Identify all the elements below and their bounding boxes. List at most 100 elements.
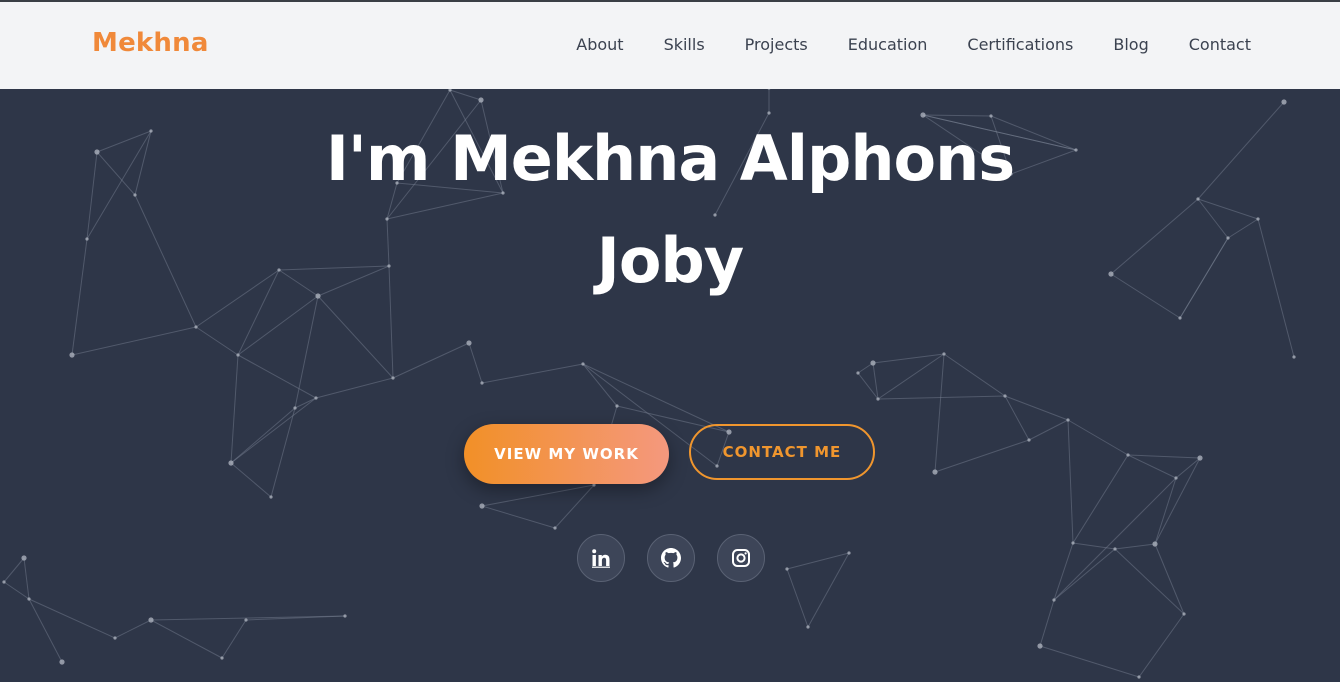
github-button[interactable] [647, 534, 695, 582]
network-dot [228, 460, 234, 466]
network-dot [1027, 438, 1031, 442]
network-dot [1178, 316, 1182, 320]
network-line [481, 505, 556, 529]
network-line [1067, 419, 1074, 544]
network-dot [69, 352, 75, 358]
linkedin-button[interactable] [577, 534, 625, 582]
network-dot [1137, 675, 1141, 679]
contact-me-button[interactable]: CONTACT ME [689, 424, 875, 480]
network-line [23, 557, 30, 600]
network-line [1053, 548, 1116, 601]
network-dot [27, 597, 31, 601]
network-line [1039, 645, 1140, 678]
network-line [270, 407, 296, 498]
view-my-work-button[interactable]: VIEW MY WORK [464, 424, 669, 484]
network-line [134, 130, 152, 196]
network-dot [1113, 547, 1117, 551]
network-line [230, 462, 272, 498]
network-line [1197, 198, 1259, 220]
network-line [96, 130, 152, 153]
network-dot [343, 614, 347, 618]
nav-link-certifications[interactable]: Certifications [967, 35, 1073, 54]
network-dot [1071, 541, 1075, 545]
network-dot [148, 617, 154, 623]
network-line [468, 342, 483, 384]
network-line [582, 363, 618, 407]
network-dot [94, 149, 100, 155]
network-dot [1152, 541, 1158, 547]
network-dot [876, 397, 880, 401]
network-dot [113, 636, 117, 640]
network-line [1028, 419, 1069, 441]
network-line [71, 238, 88, 356]
linkedin-icon [592, 549, 610, 568]
network-dot [244, 618, 248, 622]
nav-link-education[interactable]: Education [848, 35, 928, 54]
navbar: Mekhna About Skills Projects Education C… [0, 2, 1340, 89]
network-dot [942, 352, 946, 356]
network-dot [1037, 643, 1043, 649]
network-line [71, 326, 197, 356]
network-dot [1052, 598, 1056, 602]
network-dot [1126, 453, 1130, 457]
network-line [294, 295, 319, 409]
network-line [807, 552, 850, 628]
network-line [3, 581, 30, 600]
network-dot [269, 495, 273, 499]
network-line [86, 130, 152, 240]
network-dot [479, 503, 485, 509]
nav-link-about[interactable]: About [576, 35, 623, 54]
nav-link-contact[interactable]: Contact [1189, 35, 1251, 54]
network-dot [806, 625, 810, 629]
network-line [582, 363, 730, 433]
network-dot [85, 237, 89, 241]
network-dot [478, 97, 484, 103]
network-dot [1292, 355, 1296, 359]
network-line [1257, 218, 1295, 358]
network-line [1138, 613, 1185, 678]
network-line [1197, 101, 1285, 200]
nav-link-projects[interactable]: Projects [745, 35, 808, 54]
network-dot [466, 340, 472, 346]
network-dot [59, 659, 65, 665]
network-line [195, 326, 239, 356]
nav-link-blog[interactable]: Blog [1113, 35, 1148, 54]
network-line [857, 362, 874, 374]
network-line [134, 194, 197, 328]
network-dot [1108, 271, 1114, 277]
network-dot [1182, 612, 1186, 616]
network-dot [149, 129, 153, 133]
brand-logo[interactable]: Mekhna [92, 28, 209, 58]
network-dot [480, 381, 484, 385]
network-line [1110, 273, 1181, 319]
network-dot [293, 406, 297, 410]
network-dot [1196, 197, 1200, 201]
network-line [1067, 419, 1129, 456]
network-line [877, 395, 1006, 400]
network-line [1039, 599, 1055, 647]
network-line [1004, 395, 1069, 421]
network-line [230, 397, 317, 464]
network-line [1004, 395, 1030, 441]
network-line [150, 619, 223, 659]
network-line [1127, 454, 1177, 479]
network-dot [1003, 394, 1007, 398]
network-line [943, 353, 1006, 397]
network-line [1227, 218, 1259, 239]
nav-link-skills[interactable]: Skills [664, 35, 705, 54]
network-dot [553, 526, 557, 530]
network-line [1114, 548, 1185, 615]
network-dot [1074, 148, 1078, 152]
network-dot [220, 656, 224, 660]
network-dot [236, 353, 240, 357]
instagram-button[interactable] [717, 534, 765, 582]
network-dot [932, 469, 938, 475]
network-line [786, 568, 809, 628]
github-icon [661, 548, 681, 568]
network-dot [1226, 236, 1230, 240]
network-dot [1197, 455, 1203, 461]
network-line [114, 619, 152, 639]
top-border [0, 0, 1340, 2]
network-dot [847, 551, 851, 555]
network-dot [615, 404, 619, 408]
